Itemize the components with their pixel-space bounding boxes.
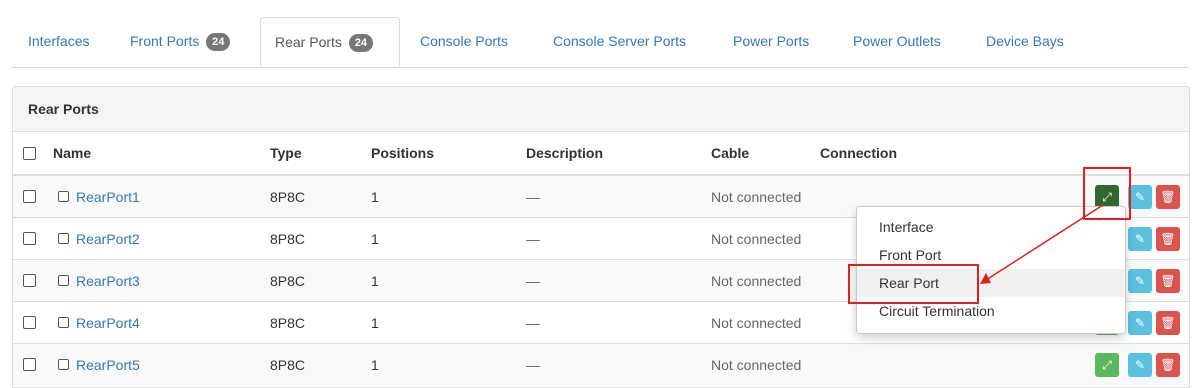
port-name-link[interactable]: RearPort1 (76, 176, 140, 218)
tab-console-server-ports-label: Console Server Ports (553, 33, 687, 49)
tab-console-ports[interactable]: Console Ports (420, 17, 508, 65)
column-connection: Connection (820, 145, 897, 161)
menu-item-rear-port[interactable]: Rear Port (857, 269, 1125, 297)
tab-rear-ports[interactable]: Rear Ports 24 (260, 17, 400, 67)
menu-item-interface[interactable]: Interface (857, 213, 1125, 241)
port-description: — (526, 273, 540, 289)
pencil-icon: ✎ (1134, 316, 1146, 330)
port-name-link[interactable]: RearPort4 (76, 302, 140, 344)
pencil-icon: ✎ (1134, 274, 1146, 288)
tab-device-bays[interactable]: Device Bays (986, 17, 1064, 65)
port-icon (58, 317, 69, 328)
tab-interfaces[interactable]: Interfaces (28, 17, 89, 65)
pencil-icon: ✎ (1134, 358, 1146, 372)
port-description: — (526, 231, 540, 247)
tab-power-outlets[interactable]: Power Outlets (853, 17, 941, 65)
panel-title: Rear Ports (28, 101, 99, 117)
port-type: 8P8C (270, 231, 306, 247)
trash-icon: 🗑 (1160, 358, 1176, 372)
port-cable: Not connected (711, 315, 802, 331)
port-positions: 1 (371, 273, 379, 289)
menu-item-front-port[interactable]: Front Port (857, 241, 1125, 269)
edit-button[interactable]: ✎ (1128, 311, 1152, 335)
column-positions: Positions (371, 145, 435, 161)
port-name-link[interactable]: RearPort2 (76, 218, 140, 260)
menu-item-circuit-termination[interactable]: Circuit Termination (857, 297, 1125, 325)
component-tabs: Interfaces Front Ports 24 Rear Ports 24 … (12, 17, 1188, 68)
port-type: 8P8C (270, 273, 306, 289)
port-icon (58, 191, 69, 202)
trash-icon: 🗑 (1160, 232, 1176, 246)
delete-button[interactable]: 🗑 (1156, 311, 1180, 335)
connect-button[interactable]: ⤢ (1095, 353, 1119, 377)
row-checkbox[interactable] (23, 190, 36, 203)
port-positions: 1 (371, 315, 379, 331)
menu-item-label: Rear Port (879, 275, 939, 291)
trash-icon: 🗑 (1160, 190, 1176, 204)
edit-button[interactable]: ✎ (1128, 353, 1152, 377)
connect-icon: ⤢ (1102, 190, 1112, 204)
connect-dropdown-menu: Interface Front Port Rear Port Circuit T… (856, 206, 1126, 334)
trash-icon: 🗑 (1160, 316, 1176, 330)
port-cable: Not connected (711, 189, 802, 205)
column-cable: Cable (711, 145, 750, 161)
tab-console-server-ports[interactable]: Console Server Ports (553, 17, 686, 65)
tab-power-outlets-label: Power Outlets (853, 33, 941, 49)
tab-interfaces-label: Interfaces (28, 33, 90, 49)
delete-button[interactable]: 🗑 (1156, 227, 1180, 251)
edit-button[interactable]: ✎ (1128, 185, 1152, 209)
tab-console-ports-label: Console Ports (420, 33, 508, 49)
port-icon (58, 359, 69, 370)
port-icon (58, 233, 69, 244)
delete-button[interactable]: 🗑 (1156, 269, 1180, 293)
port-type: 8P8C (270, 357, 306, 373)
panel-heading: Rear Ports (13, 87, 1189, 132)
connect-icon: ⤢ (1102, 358, 1112, 372)
tab-power-ports-label: Power Ports (733, 33, 810, 49)
delete-button[interactable]: 🗑 (1156, 353, 1180, 377)
column-name: Name (53, 145, 92, 161)
port-name-link[interactable]: RearPort5 (76, 344, 140, 386)
row-checkbox[interactable] (23, 316, 36, 329)
port-positions: 1 (371, 231, 379, 247)
column-type: Type (270, 145, 302, 161)
row-checkbox[interactable] (23, 232, 36, 245)
front-ports-count-badge: 24 (206, 33, 231, 51)
table-row: RearPort5 8P8C 1 — Not connected ⤢ ✎ 🗑 (13, 343, 1189, 386)
tab-rear-ports-label: Rear Ports (275, 34, 342, 50)
port-type: 8P8C (270, 189, 306, 205)
tab-front-ports-label: Front Ports (130, 33, 200, 49)
menu-item-label: Front Port (879, 247, 942, 263)
port-name-link[interactable]: RearPort3 (76, 260, 140, 302)
pencil-icon: ✎ (1134, 190, 1146, 204)
port-cable: Not connected (711, 231, 802, 247)
tab-power-ports[interactable]: Power Ports (733, 17, 809, 65)
port-cable: Not connected (711, 357, 802, 373)
select-all-checkbox[interactable] (23, 147, 36, 160)
tab-device-bays-label: Device Bays (986, 33, 1064, 49)
port-description: — (526, 315, 540, 331)
port-description: — (526, 189, 540, 205)
edit-button[interactable]: ✎ (1128, 269, 1152, 293)
tab-front-ports[interactable]: Front Ports 24 (130, 17, 231, 65)
pencil-icon: ✎ (1134, 232, 1146, 246)
row-checkbox[interactable] (23, 358, 36, 371)
port-positions: 1 (371, 357, 379, 373)
menu-item-label: Interface (879, 219, 934, 235)
row-checkbox[interactable] (23, 274, 36, 287)
delete-button[interactable]: 🗑 (1156, 185, 1180, 209)
table-header: Name Type Positions Description Cable Co… (13, 132, 1189, 176)
port-icon (58, 275, 69, 286)
menu-item-label: Circuit Termination (879, 303, 995, 319)
port-cable: Not connected (711, 273, 802, 289)
port-positions: 1 (371, 189, 379, 205)
port-description: — (526, 357, 540, 373)
trash-icon: 🗑 (1160, 274, 1176, 288)
edit-button[interactable]: ✎ (1128, 227, 1152, 251)
rear-ports-count-badge: 24 (348, 34, 374, 52)
column-description: Description (526, 145, 604, 161)
port-type: 8P8C (270, 315, 306, 331)
